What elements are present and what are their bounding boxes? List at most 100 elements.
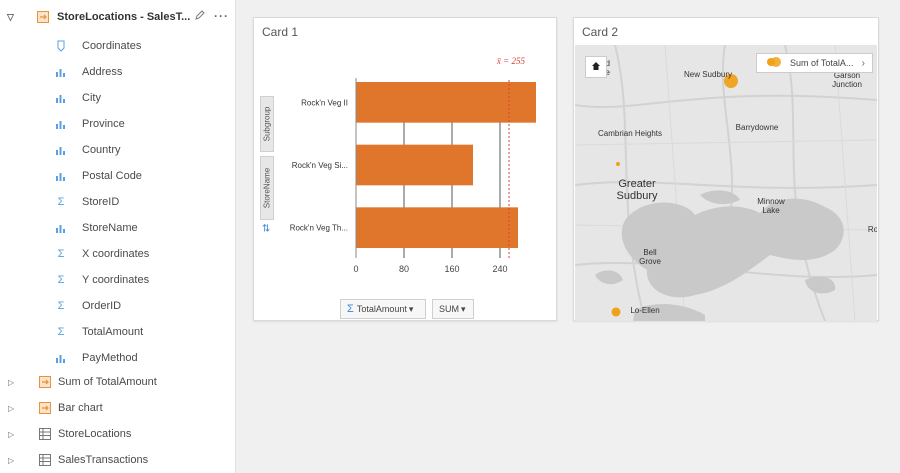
- field-paymethod[interactable]: PayMethod: [0, 345, 236, 371]
- map-place-label: New Sudbury: [683, 70, 733, 79]
- expand-caret-icon[interactable]: ▷: [8, 456, 14, 465]
- more-options-icon[interactable]: ···: [214, 9, 229, 23]
- field-label: Country: [82, 144, 121, 156]
- mean-label: x̄ = 255: [496, 56, 526, 66]
- field-storeid[interactable]: Σ StoreID: [0, 189, 236, 215]
- field-label: OrderID: [82, 300, 122, 312]
- number-field-icon: Σ: [57, 300, 65, 312]
- x-tick-label: 240: [492, 264, 507, 274]
- dataset-item-storelocations[interactable]: ▷ StoreLocations: [0, 421, 236, 447]
- map-view[interactable]: od deNew SudburyGarson JunctionCambrian …: [575, 45, 877, 321]
- dropdown-arrow-icon: ▾: [461, 303, 466, 314]
- number-field-icon: Σ: [57, 326, 65, 338]
- amount-field-dropdown[interactable]: Σ TotalAmount ▾: [340, 299, 426, 319]
- chevron-right-icon: ›: [861, 58, 865, 69]
- card-title: Card 2: [582, 25, 619, 39]
- field-x-coordinates[interactable]: Σ X coordinates: [0, 241, 236, 267]
- sigma-icon: Σ: [347, 303, 354, 315]
- legend-button[interactable]: Sum of TotalA... ›: [756, 53, 873, 73]
- field-label: Coordinates: [82, 40, 142, 52]
- number-field-icon: Σ: [57, 196, 65, 208]
- field-city[interactable]: City: [0, 85, 236, 111]
- dataset-title: StoreLocations - SalesT...: [57, 11, 191, 23]
- bar[interactable]: [356, 207, 518, 248]
- map-place-label: Ro: [867, 225, 877, 234]
- statistic-dropdown[interactable]: SUM ▾: [432, 299, 474, 319]
- x-tick-label: 160: [444, 264, 459, 274]
- legend-label: Sum of TotalA...: [790, 58, 854, 68]
- sort-icon: ⇅: [262, 224, 270, 235]
- map-card[interactable]: Card 2 New Sudbury Garson Junction Cambr…: [573, 17, 879, 321]
- location-icon: [55, 40, 67, 52]
- dropdown-arrow-icon: ▾: [408, 303, 414, 314]
- result-dataset-icon: [37, 11, 49, 26]
- category-label: Rock'n Veg Th...: [290, 224, 348, 233]
- collapse-caret-icon[interactable]: ▽: [7, 12, 14, 23]
- bar-chart-card[interactable]: Card 1 Subgroup StoreName 0 80 160 240 Rock'…: [253, 17, 557, 321]
- field-province[interactable]: Province: [0, 111, 236, 137]
- field-address[interactable]: Address: [0, 59, 236, 85]
- field-label: PayMethod: [82, 352, 138, 364]
- amount-field-label: TotalAmount: [356, 304, 407, 314]
- field-label: StoreName: [82, 222, 138, 234]
- map-place-label: Cambrian Heights: [597, 129, 663, 138]
- result-dataset-icon: [39, 376, 51, 391]
- field-label: Y coordinates: [82, 274, 150, 286]
- x-tick-label: 0: [353, 264, 358, 274]
- field-label: Address: [82, 66, 123, 78]
- dataset-item-label: StoreLocations: [58, 428, 132, 440]
- dataset-item-bar-chart[interactable]: ▷ Bar chart: [0, 395, 236, 421]
- field-label: StoreID: [82, 196, 120, 208]
- x-tick-label: 80: [399, 264, 409, 274]
- table-icon: [39, 454, 51, 469]
- dataset-item-salestransactions[interactable]: ▷ SalesTransactions: [0, 447, 236, 473]
- expand-caret-icon[interactable]: ▷: [8, 404, 14, 413]
- field-country[interactable]: Country: [0, 137, 236, 163]
- string-field-icon: [55, 222, 67, 234]
- dataset-item-label: Sum of TotalAmount: [58, 376, 157, 388]
- category-label: Rock'n Veg II: [301, 98, 348, 107]
- map-place-label: Garson Junction: [832, 71, 862, 89]
- map-place-label: Minnow Lake: [757, 197, 785, 215]
- field-postal-code[interactable]: Postal Code: [0, 163, 236, 189]
- map-place-label: Lo-Ellen: [630, 306, 660, 315]
- field-label: TotalAmount: [82, 326, 144, 338]
- field-totalamount[interactable]: Σ TotalAmount: [0, 319, 236, 345]
- string-field-icon: [55, 92, 67, 104]
- map-place-label: Barrydowne: [735, 123, 779, 132]
- store-dot[interactable]: [611, 307, 621, 317]
- expand-caret-icon[interactable]: ▷: [8, 430, 14, 439]
- field-label: Postal Code: [82, 170, 142, 182]
- bar-chart: 0 80 160 240 Rock'n Veg II Rock'n Veg Si... Ro…: [262, 56, 536, 274]
- expand-caret-icon[interactable]: ▷: [8, 378, 14, 387]
- string-field-icon: [55, 170, 67, 182]
- home-button[interactable]: [585, 56, 607, 78]
- graduated-symbol-icon: [766, 57, 782, 69]
- store-dot[interactable]: [616, 162, 620, 166]
- table-icon: [39, 428, 51, 443]
- field-storename[interactable]: StoreName: [0, 215, 236, 241]
- dataset-item-label: Bar chart: [58, 402, 103, 414]
- number-field-icon: Σ: [57, 274, 65, 286]
- dataset-header[interactable]: ▽ StoreLocations - SalesT... ···: [0, 4, 236, 30]
- map-place-label: Greater Sudbury: [616, 178, 658, 202]
- field-label: X coordinates: [82, 248, 150, 260]
- category-label: Rock'n Veg Si...: [292, 161, 348, 170]
- rename-pencil-icon[interactable]: [194, 9, 206, 24]
- field-label: Province: [82, 118, 125, 130]
- home-icon: [591, 58, 601, 76]
- string-field-icon: [55, 66, 67, 78]
- field-coordinates[interactable]: Coordinates: [0, 33, 236, 59]
- dataset-item-label: SalesTransactions: [58, 454, 149, 466]
- field-y-coordinates[interactable]: Σ Y coordinates: [0, 267, 236, 293]
- statistic-label: SUM: [439, 304, 459, 314]
- map-place-label: Bell Grove: [639, 248, 661, 266]
- string-field-icon: [55, 352, 67, 364]
- string-field-icon: [55, 118, 67, 130]
- data-pane: ▽ StoreLocations - SalesT... ··· Coordin…: [0, 0, 236, 473]
- field-orderid[interactable]: Σ OrderID: [0, 293, 236, 319]
- result-dataset-icon: [39, 402, 51, 417]
- dataset-item-sum-of-totalamount[interactable]: ▷ Sum of TotalAmount: [0, 369, 236, 395]
- bar[interactable]: [356, 144, 473, 186]
- number-field-icon: Σ: [57, 248, 65, 260]
